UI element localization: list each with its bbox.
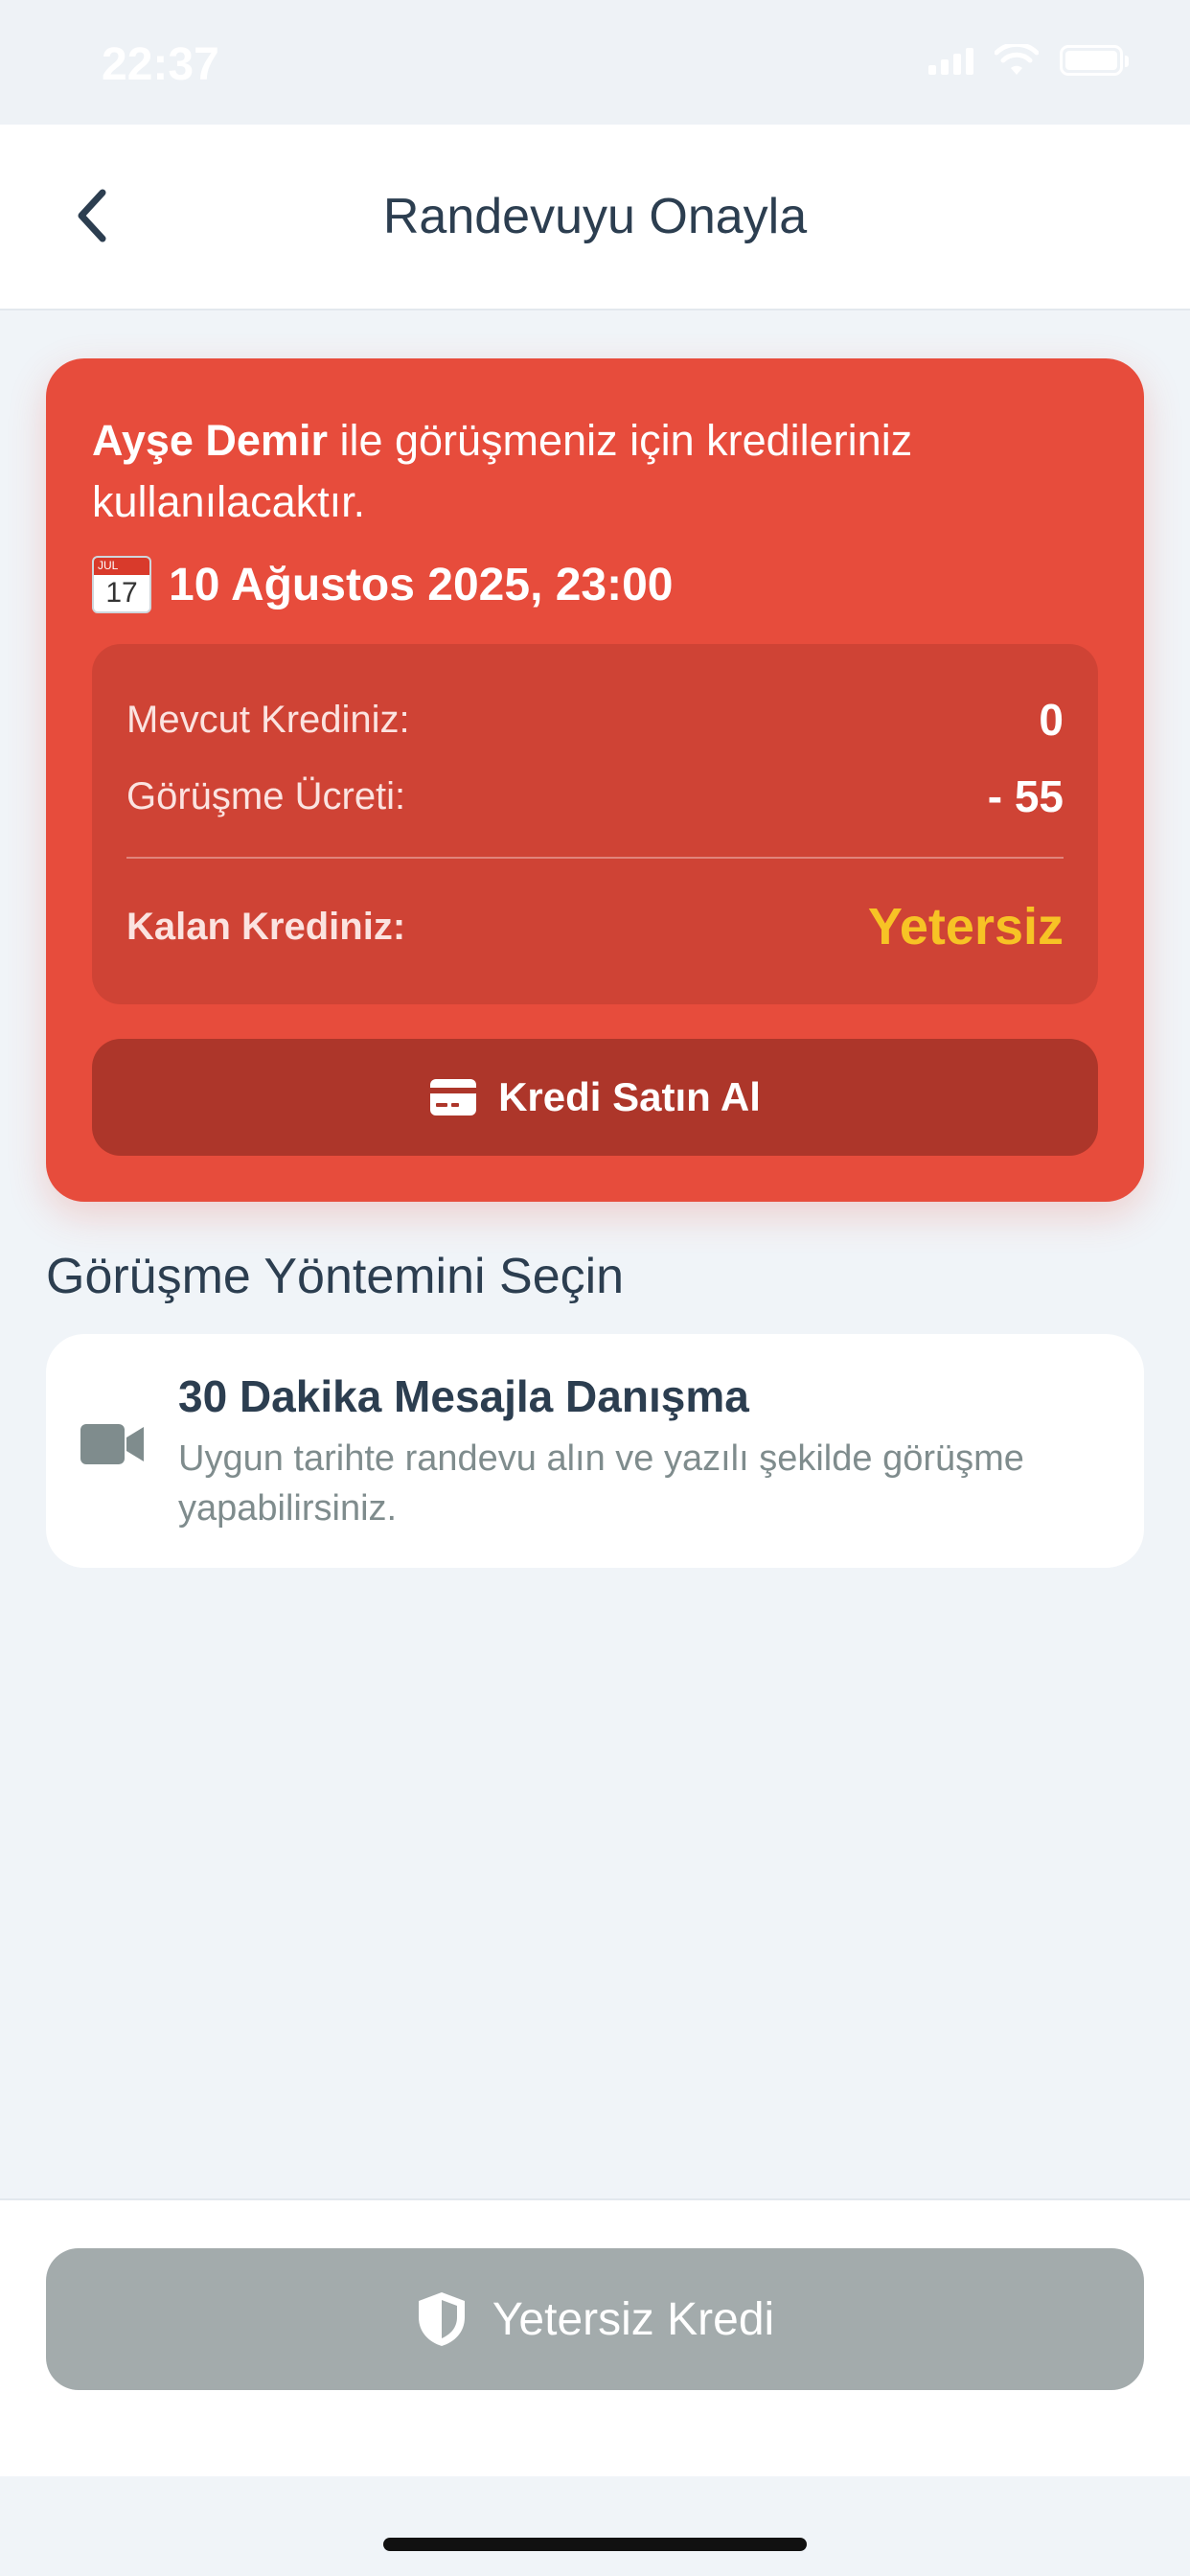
footer-bar: Yetersiz Kredi xyxy=(0,2198,1190,2476)
fee-row: Görüşme Ücreti: - 55 xyxy=(126,770,1064,822)
method-option-title: 30 Dakika Mesajla Danışma xyxy=(178,1371,749,1421)
calendar-day: 17 xyxy=(105,577,138,609)
credit-card-icon xyxy=(430,1079,477,1116)
current-credit-label: Mevcut Krediniz: xyxy=(126,698,410,741)
remaining-credit-row: Kalan Krediniz: Yetersiz xyxy=(126,897,1064,956)
status-icons xyxy=(928,44,1129,77)
shield-icon xyxy=(418,2292,465,2346)
calendar-month: JUL xyxy=(98,559,119,572)
video-camera-icon xyxy=(80,1424,144,1464)
current-credit-row: Mevcut Krediniz: 0 xyxy=(126,694,1064,746)
fee-value: - 55 xyxy=(987,771,1064,821)
fee-label: Görüşme Ücreti: xyxy=(126,774,406,817)
current-credit-value: 0 xyxy=(1039,695,1064,745)
appointment-date-row: JUL 17 10 Ağustos 2025, 23:00 xyxy=(92,554,674,615)
status-time: 22:37 xyxy=(102,39,219,90)
buy-credit-button[interactable]: Kredi Satın Al xyxy=(92,1039,1098,1156)
doctor-name: Ayşe Demir xyxy=(92,416,328,465)
calendar-icon: JUL 17 xyxy=(92,556,151,613)
method-option-message[interactable]: 30 Dakika Mesajla Danışma Uygun tarihte … xyxy=(46,1334,1144,1568)
credit-info-card: Ayşe Demir ile görüşmeniz için kredileri… xyxy=(46,358,1144,1202)
summary-divider xyxy=(126,857,1064,859)
battery-icon xyxy=(1060,45,1129,76)
credit-usage-message: Ayşe Demir ile görüşmeniz için kredileri… xyxy=(92,410,1098,533)
remaining-credit-label: Kalan Krediniz: xyxy=(126,905,406,948)
status-bar: 22:37 xyxy=(0,0,1190,125)
credit-summary: Mevcut Krediniz: 0 Görüşme Ücreti: - 55 … xyxy=(92,644,1098,1004)
page-title: Randevuyu Onayla xyxy=(382,189,808,244)
wifi-icon xyxy=(995,44,1039,75)
insufficient-credit-label: Yetersiz Kredi xyxy=(492,2293,775,2345)
remaining-credit-value: Yetersiz xyxy=(867,898,1064,955)
method-section-title: Görüşme Yöntemini Seçin xyxy=(46,1249,625,1304)
appointment-date: 10 Ağustos 2025, 23:00 xyxy=(169,559,674,610)
insufficient-credit-button[interactable]: Yetersiz Kredi xyxy=(46,2248,1144,2390)
cellular-signal-icon xyxy=(928,46,973,75)
method-option-description: Uygun tarihte randevu alın ve yazılı şek… xyxy=(178,1438,1024,1529)
navigation-header: Randevuyu Onayla xyxy=(0,125,1190,310)
home-indicator xyxy=(383,2538,807,2551)
buy-credit-label: Kredi Satın Al xyxy=(498,1074,761,1119)
